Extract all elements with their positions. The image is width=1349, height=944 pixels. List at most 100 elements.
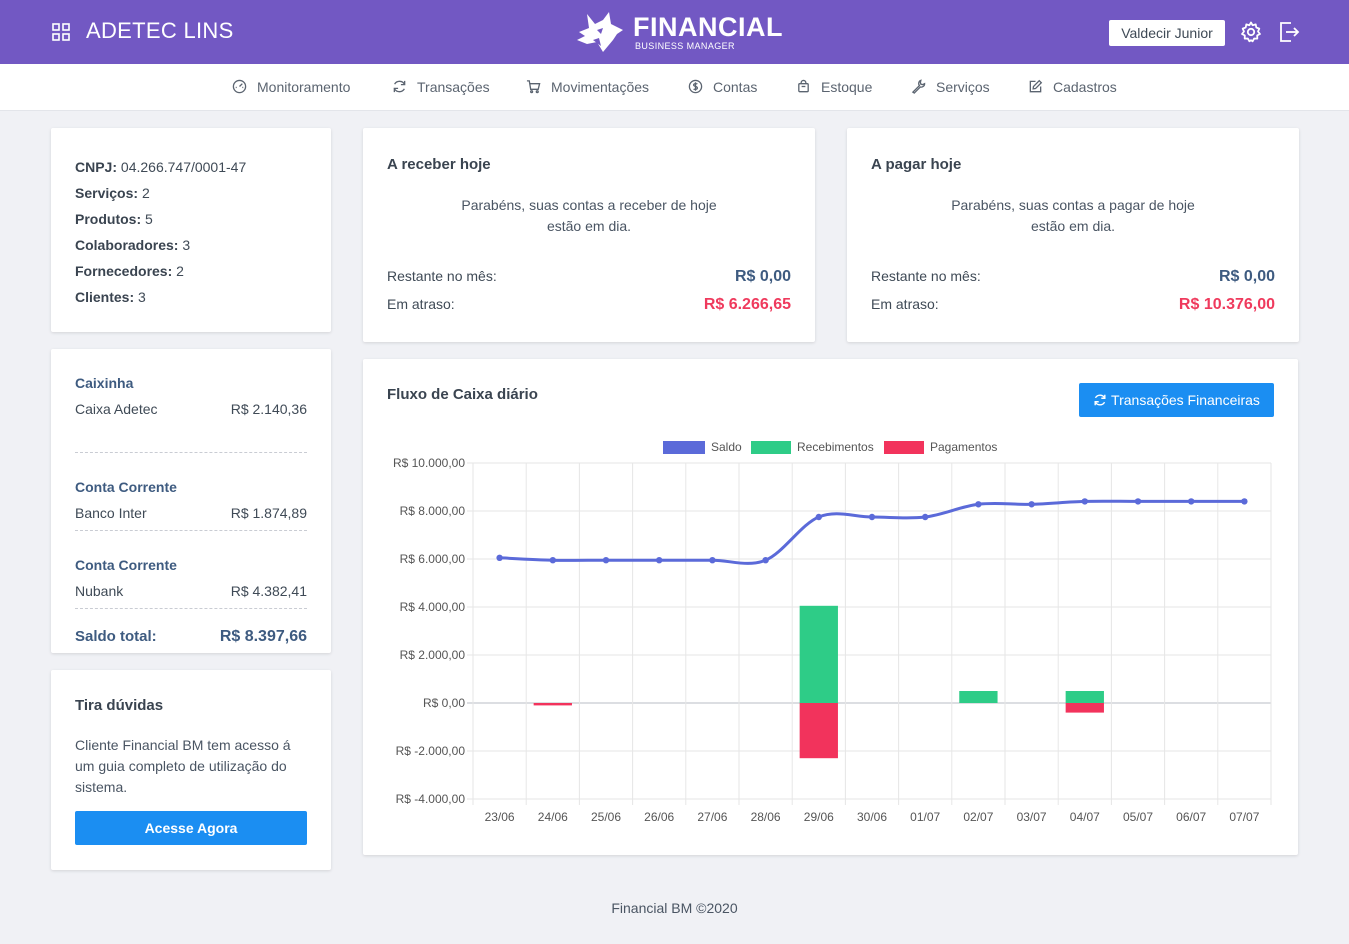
wolf-logo-icon: [577, 12, 623, 52]
status-message-line: Parabéns, suas contas a pagar de hoje: [951, 197, 1195, 213]
bar-recebimentos: [959, 691, 998, 703]
x-tick-label: 05/07: [1123, 810, 1153, 824]
financial-transactions-button[interactable]: Transações Financeiras: [1079, 383, 1274, 417]
late-value: R$ 6.266,65: [703, 296, 791, 313]
y-tick-label: R$ 8.000,00: [400, 504, 466, 518]
logout-icon[interactable]: [1277, 20, 1301, 44]
x-tick-label: 24/06: [538, 810, 568, 824]
account-group[interactable]: Conta Corrente Nubank R$ 4.382,41: [75, 531, 307, 609]
access-now-button[interactable]: Acesse Agora: [75, 811, 307, 845]
point-saldo: [815, 513, 822, 521]
top-bar: ADETEC LINS FINANCIAL BUSINESS MANAGER V…: [0, 0, 1349, 64]
account-name: Caixa Adetec: [75, 401, 158, 417]
remaining-row: Restante no mês: R$ 0,00: [387, 268, 791, 288]
info-label: Colaboradores:: [75, 237, 179, 253]
info-value: 3: [138, 289, 146, 305]
legend-swatch: [663, 441, 705, 454]
nav-item-servicos[interactable]: Serviços: [911, 64, 990, 111]
nav-item-transacoes[interactable]: Transações: [392, 64, 490, 111]
remaining-label: Restante no mês:: [387, 268, 497, 284]
point-saldo: [922, 513, 929, 521]
bar-pagamentos: [1065, 703, 1104, 713]
brand[interactable]: FINANCIAL BUSINESS MANAGER: [573, 10, 783, 56]
info-row: Clientes: 3: [75, 287, 307, 313]
edit-icon: [1029, 79, 1043, 93]
dollar-circle-icon: [688, 79, 703, 94]
info-label: Serviços:: [75, 185, 139, 201]
account-balance: R$ 1.874,89: [230, 505, 307, 521]
y-tick-label: R$ 0,00: [423, 696, 465, 710]
info-label: Produtos:: [75, 211, 142, 227]
nav-item-movimentacoes[interactable]: Movimentações: [526, 64, 649, 111]
bar-pagamentos: [533, 703, 572, 706]
button-label: Transações Financeiras: [1111, 392, 1260, 408]
account-balance: R$ 4.382,41: [230, 583, 307, 599]
account-name: Banco Inter: [75, 505, 147, 521]
point-saldo: [1134, 498, 1142, 505]
y-tick-label: R$ -4.000,00: [396, 792, 466, 806]
y-tick-label: R$ -2.000,00: [396, 744, 466, 758]
x-tick-label: 27/06: [697, 810, 727, 824]
nav-item-cadastros[interactable]: Cadastros: [1028, 64, 1117, 111]
brand-subtitle: BUSINESS MANAGER: [635, 41, 735, 51]
company-info-card: CNPJ: 04.266.747/0001-47 Serviços: 2 Pro…: [51, 128, 331, 332]
x-tick-label: 28/06: [751, 810, 781, 824]
point-saldo: [656, 557, 663, 564]
status-message: Parabéns, suas contas a pagar de hoje es…: [871, 195, 1275, 237]
gauge-icon: [232, 79, 247, 94]
cashflow-chart: R$ 10.000,00 R$ 8.000,00 R$ 6.000,00 R$ 4.0…: [393, 440, 1272, 824]
user-button[interactable]: Valdecir Junior: [1109, 20, 1225, 46]
legend-label: Saldo: [711, 440, 742, 454]
status-message-line: estão em dia.: [546, 218, 632, 234]
remaining-value: R$ 0,00: [1218, 268, 1275, 285]
x-tick-label: 04/07: [1070, 810, 1100, 824]
cashflow-card: Fluxo de Caixa diário Transações Finance…: [363, 359, 1298, 855]
info-value: 5: [145, 211, 153, 227]
legend-label: Pagamentos: [930, 440, 997, 454]
nav-item-contas[interactable]: Contas: [688, 64, 757, 111]
gear-icon[interactable]: [1239, 20, 1263, 44]
late-label: Em atraso:: [871, 296, 939, 312]
nav-item-estoque[interactable]: Estoque: [796, 64, 872, 111]
info-label: Clientes:: [75, 289, 135, 305]
total-balance: Saldo total: R$ 8.397,66: [75, 628, 307, 648]
account-type: Caixinha: [75, 375, 134, 391]
point-saldo: [1241, 498, 1248, 505]
remaining-row: Restante no mês: R$ 0,00: [871, 268, 1275, 288]
point-saldo: [496, 554, 503, 561]
chart-title: Fluxo de Caixa diário: [387, 386, 538, 403]
refresh-icon: [1094, 394, 1106, 406]
info-value: 2: [176, 263, 184, 279]
point-saldo: [549, 557, 556, 564]
x-tick-label: 03/07: [1017, 810, 1047, 824]
account-group[interactable]: Caixinha Caixa Adetec R$ 2.140,36: [75, 375, 307, 453]
x-tick-label: 30/06: [857, 810, 887, 824]
point-saldo: [602, 557, 610, 564]
y-tick-label: R$ 4.000,00: [400, 600, 466, 614]
card-title: A pagar hoje: [871, 156, 962, 173]
apps-grid-icon[interactable]: [52, 23, 70, 41]
y-tick-label: R$ 2.000,00: [400, 648, 466, 662]
info-row: Serviços: 2: [75, 183, 307, 209]
footer: Financial BM ©2020: [611, 900, 738, 916]
account-group[interactable]: Conta Corrente Banco Inter R$ 1.874,89: [75, 453, 307, 531]
nav-label: Monitoramento: [257, 79, 351, 95]
point-saldo: [1081, 498, 1088, 505]
help-card: Tira dúvidas Cliente Financial BM tem ac…: [51, 670, 331, 870]
bag-icon: [798, 79, 809, 93]
y-tick-label: R$ 6.000,00: [400, 552, 466, 566]
late-label: Em atraso:: [387, 296, 455, 312]
account-balance: R$ 2.140,36: [230, 401, 307, 417]
x-tick-label: 07/07: [1229, 810, 1259, 824]
info-row: CNPJ: 04.266.747/0001-47: [75, 157, 307, 183]
account-type: Conta Corrente: [75, 479, 177, 495]
info-row: Fornecedores: 2: [75, 261, 307, 287]
info-value: 3: [182, 237, 191, 253]
info-value: 04.266.747/0001-47: [120, 159, 247, 175]
status-message-line: estão em dia.: [1030, 218, 1116, 234]
status-message-line: Parabéns, suas contas a receber de hoje: [461, 197, 717, 213]
late-row: Em atraso: R$ 10.376,00: [871, 296, 1275, 316]
help-title: Tira dúvidas: [75, 697, 164, 714]
y-tick-label: R$ 10.000,00: [393, 456, 465, 470]
nav-item-monitoramento[interactable]: Monitoramento: [232, 64, 350, 111]
